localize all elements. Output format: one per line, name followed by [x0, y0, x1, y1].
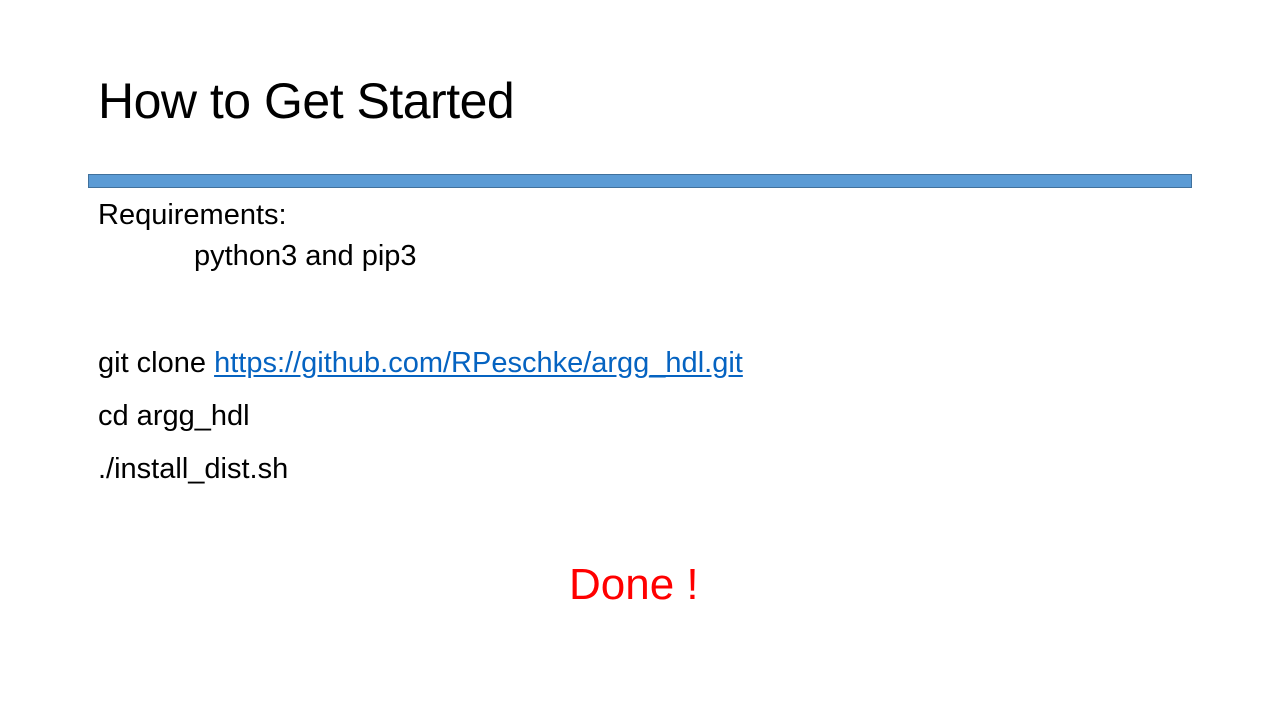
- requirements-item: python3 and pip3: [194, 240, 417, 272]
- done-message: Done !: [569, 560, 699, 609]
- repository-link[interactable]: https://github.com/RPeschke/argg_hdl.git: [214, 347, 743, 379]
- slide-title: How to Get Started: [98, 73, 515, 129]
- title-divider: [88, 174, 1192, 188]
- requirements-heading: Requirements:: [98, 199, 287, 231]
- cd-command: cd argg_hdl: [98, 400, 250, 432]
- git-clone-line: git clone https://github.com/RPeschke/ar…: [98, 349, 743, 378]
- install-command: ./install_dist.sh: [98, 453, 289, 485]
- git-clone-command: git clone: [98, 347, 207, 379]
